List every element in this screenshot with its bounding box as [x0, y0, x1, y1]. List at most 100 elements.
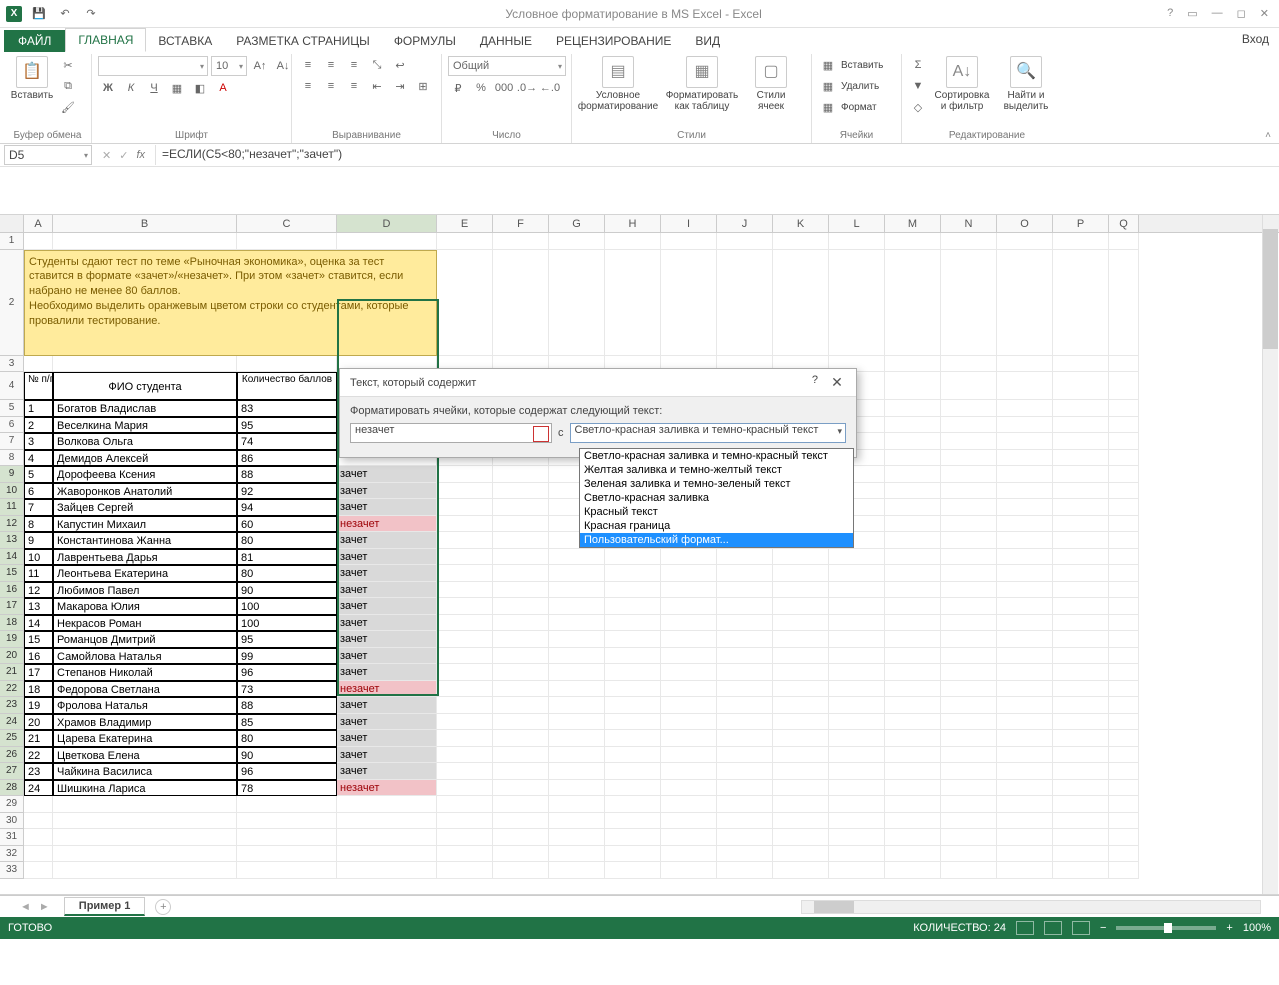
cell[interactable]: [493, 532, 549, 549]
dropdown-option[interactable]: Светло-красная заливка: [580, 491, 853, 505]
cell-name[interactable]: Леонтьева Екатерина: [53, 565, 237, 582]
cell[interactable]: [941, 829, 997, 846]
cell-num[interactable]: 16: [24, 648, 53, 665]
cell[interactable]: [941, 697, 997, 714]
cell[interactable]: [885, 400, 941, 417]
cut-icon[interactable]: ✂: [58, 56, 78, 74]
select-all-corner[interactable]: [0, 215, 24, 232]
cell[interactable]: [1109, 664, 1139, 681]
insert-cells-icon[interactable]: ▦: [818, 56, 838, 74]
cell[interactable]: [437, 681, 493, 698]
cell-result[interactable]: зачет: [337, 664, 437, 681]
cell[interactable]: [997, 598, 1053, 615]
number-format-combo[interactable]: Общий: [448, 56, 566, 76]
note-cell[interactable]: Студенты сдают тест по теме «Рыночная эк…: [24, 250, 437, 356]
cell[interactable]: [773, 747, 829, 764]
row-header[interactable]: 26: [0, 747, 24, 764]
page-layout-view-icon[interactable]: [1044, 921, 1062, 935]
cell-name[interactable]: Романцов Дмитрий: [53, 631, 237, 648]
cell[interactable]: [1053, 631, 1109, 648]
cell[interactable]: [437, 499, 493, 516]
cell[interactable]: [717, 648, 773, 665]
cell[interactable]: [773, 796, 829, 813]
row-header[interactable]: 9: [0, 466, 24, 483]
cell[interactable]: [493, 549, 549, 566]
cell[interactable]: [717, 598, 773, 615]
cell-score[interactable]: 88: [237, 466, 337, 483]
cell-score[interactable]: 95: [237, 631, 337, 648]
column-header-J[interactable]: J: [717, 215, 773, 232]
underline-button[interactable]: Ч: [144, 79, 164, 97]
cell-score[interactable]: 85: [237, 714, 337, 731]
dialog-help-icon[interactable]: ?: [812, 374, 818, 391]
cell[interactable]: [1109, 516, 1139, 533]
cell[interactable]: [829, 730, 885, 747]
cell-num[interactable]: 2: [24, 417, 53, 434]
cell[interactable]: [437, 250, 493, 356]
cell[interactable]: [437, 598, 493, 615]
cell[interactable]: [605, 664, 661, 681]
cell-name[interactable]: Жаворонков Анатолий: [53, 483, 237, 500]
cell[interactable]: [437, 648, 493, 665]
cell[interactable]: [829, 763, 885, 780]
cell[interactable]: [437, 549, 493, 566]
cell[interactable]: [437, 714, 493, 731]
cell[interactable]: [997, 664, 1053, 681]
cell[interactable]: [493, 648, 549, 665]
tab-data[interactable]: ДАННЫЕ: [468, 30, 544, 52]
font-size-combo[interactable]: 10: [211, 56, 247, 76]
cell[interactable]: [661, 730, 717, 747]
row-header[interactable]: 1: [0, 233, 24, 250]
cell-result[interactable]: зачет: [337, 582, 437, 599]
cell[interactable]: [437, 615, 493, 632]
cell-name[interactable]: Константинова Жанна: [53, 532, 237, 549]
cell[interactable]: [493, 483, 549, 500]
cell[interactable]: [717, 780, 773, 797]
cell[interactable]: [829, 250, 885, 356]
cell[interactable]: [493, 582, 549, 599]
cell[interactable]: [661, 796, 717, 813]
find-select-button[interactable]: 🔍Найти и выделить: [996, 56, 1056, 112]
zoom-out-icon[interactable]: −: [1100, 922, 1106, 934]
cell[interactable]: [885, 450, 941, 467]
cell[interactable]: [1109, 450, 1139, 467]
cell[interactable]: [773, 250, 829, 356]
cell[interactable]: [997, 433, 1053, 450]
cell[interactable]: [885, 862, 941, 879]
maximize-icon[interactable]: ◻: [1237, 7, 1246, 20]
cell[interactable]: [661, 813, 717, 830]
conditional-formatting-button[interactable]: ▤Условное форматирование: [578, 56, 658, 112]
cell[interactable]: [437, 813, 493, 830]
cell[interactable]: [1109, 400, 1139, 417]
cell[interactable]: [549, 615, 605, 632]
row-header[interactable]: 17: [0, 598, 24, 615]
orientation-icon[interactable]: ⤡: [367, 56, 387, 74]
cell[interactable]: [1109, 233, 1139, 250]
row-header[interactable]: 18: [0, 615, 24, 632]
dropdown-option[interactable]: Светло-красная заливка и темно-красный т…: [580, 449, 853, 463]
cell[interactable]: [941, 648, 997, 665]
dropdown-option[interactable]: Пользовательский формат...: [580, 533, 853, 547]
cell[interactable]: [661, 233, 717, 250]
cell-name[interactable]: Царева Екатерина: [53, 730, 237, 747]
cell[interactable]: [437, 516, 493, 533]
cell[interactable]: [717, 697, 773, 714]
cell[interactable]: [997, 714, 1053, 731]
tab-insert[interactable]: ВСТАВКА: [146, 30, 224, 52]
header-num[interactable]: № п/п: [24, 372, 53, 400]
cell[interactable]: [605, 862, 661, 879]
cell[interactable]: [885, 499, 941, 516]
cell-name[interactable]: Зайцев Сергей: [53, 499, 237, 516]
cell[interactable]: [1109, 433, 1139, 450]
cell-name[interactable]: Чайкина Василиса: [53, 763, 237, 780]
cell[interactable]: [493, 499, 549, 516]
cell[interactable]: [437, 466, 493, 483]
cell[interactable]: [1109, 356, 1139, 373]
cell[interactable]: [997, 631, 1053, 648]
cell[interactable]: [549, 780, 605, 797]
cell[interactable]: [549, 747, 605, 764]
cell[interactable]: [1109, 466, 1139, 483]
cell-num[interactable]: 21: [24, 730, 53, 747]
dialog-close-icon[interactable]: ✕: [824, 374, 850, 391]
cell[interactable]: [549, 631, 605, 648]
